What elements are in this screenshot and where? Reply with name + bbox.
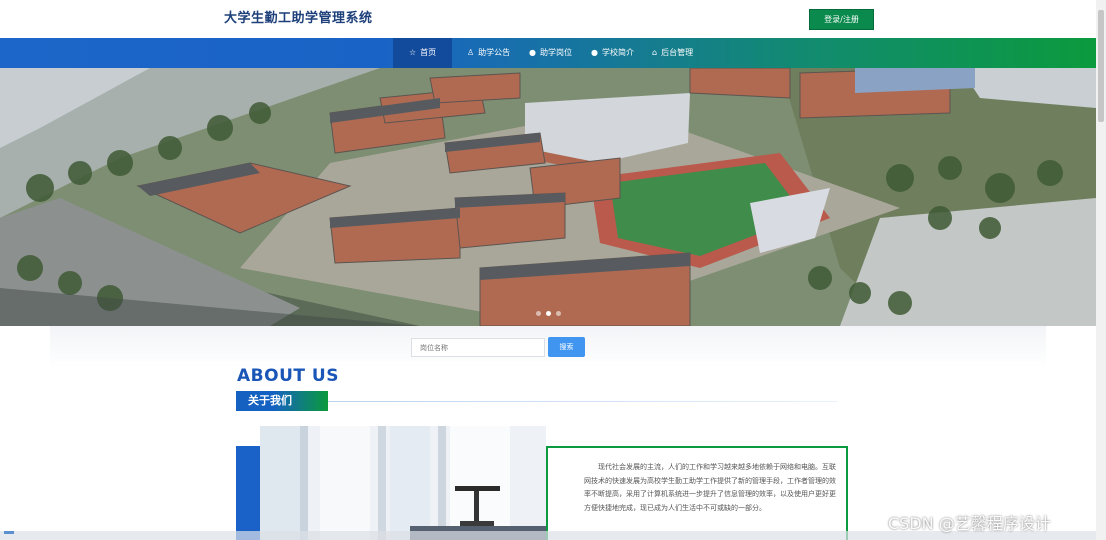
about-title-en: ABOUT US: [237, 366, 339, 386]
login-register-button[interactable]: 登录/注册: [809, 9, 874, 30]
nav-item-admin[interactable]: ⌂ 后台管理: [636, 38, 709, 68]
nav-item-home[interactable]: ☆ 首页: [393, 38, 453, 68]
decor-strip: [236, 446, 260, 540]
campus-aerial-illustration: [0, 68, 1096, 326]
section-divider: [328, 401, 838, 402]
site-title: 大学生勤工助学管理系统: [224, 11, 373, 26]
notice-icon: ♙: [467, 48, 475, 57]
nav-item-label: 学校简介: [601, 48, 634, 57]
office-photo-illustration: [260, 426, 546, 540]
about-description: 现代社会发展的主流，人们的工作和学习越来越多地依赖于网络和电脑。互联网技术的快速…: [584, 463, 836, 512]
star-icon: ☆: [409, 48, 417, 57]
csdn-watermark: CSDN @艺馨程序设计: [888, 514, 1051, 533]
nav-item-label: 助学公告: [478, 48, 511, 57]
vertical-scrollbar-thumb[interactable]: [1098, 10, 1104, 122]
nav-item-label: 助学岗位: [539, 48, 572, 57]
admin-icon: ⌂: [652, 48, 658, 57]
about-title-cn: 关于我们: [236, 391, 328, 411]
campus-banner-image: [0, 68, 1096, 326]
header: 大学生勤工助学管理系统 登录/注册: [0, 0, 1106, 38]
main-nav: ☆ 首页 ♙ 助学公告 ● 助学岗位 ● 学校简介 ⌂ 后台管理: [0, 38, 1096, 68]
nav-item-label: 首页: [420, 48, 437, 57]
search-button[interactable]: 搜索: [548, 337, 585, 357]
search-input[interactable]: [411, 338, 545, 357]
about-text-box: 现代社会发展的主流，人们的工作和学习越来越多地依赖于网络和电脑。互联网技术的快速…: [546, 446, 848, 540]
banner-dot-active[interactable]: [546, 311, 551, 316]
dot-icon: ●: [591, 48, 598, 57]
banner-dot[interactable]: [536, 311, 541, 316]
about-photo: [260, 426, 546, 540]
banner-dot[interactable]: [556, 311, 561, 316]
nav-item-label: 后台管理: [661, 48, 694, 57]
horizontal-scrollbar-thumb[interactable]: [4, 531, 14, 534]
dot-icon: ●: [529, 48, 536, 57]
